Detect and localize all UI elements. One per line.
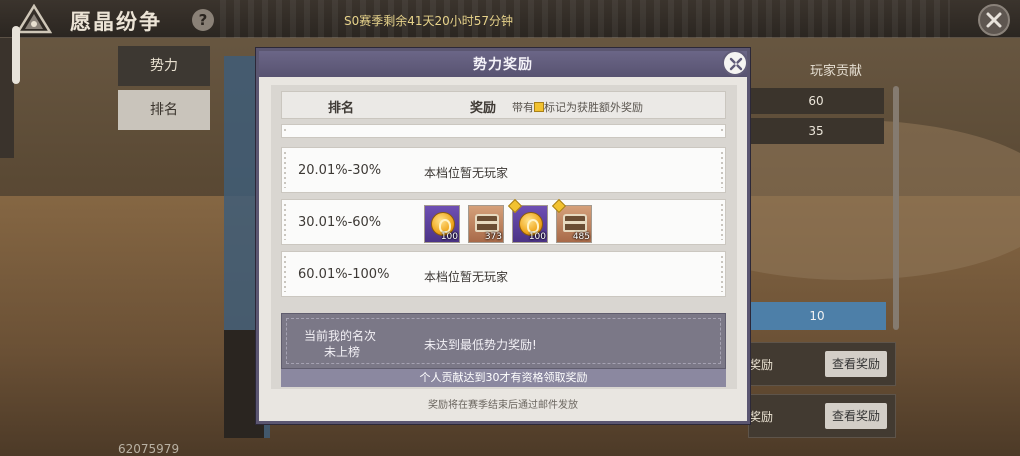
top-bar-pattern (220, 0, 950, 38)
reward-row: 奖励 查看奖励 (748, 394, 896, 438)
reward-requirement: 个人贡献达到30才有资格领取奖励 (281, 369, 726, 387)
reward-table-header: 排名 奖励 带有 标记为获胜额外奖励 (281, 91, 726, 119)
left-scroll-handle[interactable] (12, 26, 20, 84)
reward-row-label: 奖励 (749, 358, 774, 372)
close-page-button[interactable] (978, 4, 1010, 36)
reward-item-bonus[interactable]: 485 (551, 198, 592, 243)
rank-range: 60.01%-100% (298, 267, 390, 282)
view-reward-button[interactable]: 查看奖励 (825, 403, 887, 429)
my-rank-label: 当前我的名次 (304, 329, 377, 343)
reward-table: 排名 奖励 带有 标记为获胜额外奖励 20.01%-30% 本档位暂无玩家 30.… (271, 85, 737, 389)
my-rank-panel: 当前我的名次 未上榜 未达到最低势力奖励! (281, 313, 726, 369)
reward-column-header: 奖励 (470, 101, 497, 116)
rank-column-header: 排名 (328, 101, 355, 116)
reward-item[interactable]: 373 (468, 205, 504, 243)
item-quantity: 485 (572, 232, 590, 242)
empty-tier-text: 本档位暂无玩家 (424, 166, 509, 180)
reward-row: 奖励 查看奖励 (748, 342, 896, 386)
treasure-chest-icon (563, 214, 587, 232)
page-title: 愿晶纷争 (70, 10, 162, 34)
contribution-row: 35 (748, 118, 884, 144)
reward-row-label: 奖励 (749, 410, 774, 424)
item-quantity: 100 (440, 232, 458, 242)
my-rank-value: 未上榜 (324, 345, 361, 359)
side-tabs: 势力 排名 (118, 46, 210, 134)
bonus-mark-icon (534, 102, 544, 112)
mail-delivery-note: 奖励将在赛季结束后通过邮件发放 (428, 400, 578, 411)
view-reward-button[interactable]: 查看奖励 (825, 351, 887, 377)
empty-tier-text: 本档位暂无玩家 (424, 270, 509, 284)
table-row-partial (281, 124, 726, 138)
bonus-note-suffix: 标记为获胜额外奖励 (544, 101, 643, 114)
help-button[interactable]: ? (192, 9, 214, 31)
contribution-column-header: 玩家贡献 (810, 64, 863, 79)
season-timer: S0赛季剩余41天20小时57分钟 (344, 14, 514, 28)
table-row: 60.01%-100% 本档位暂无玩家 (281, 251, 726, 297)
close-icon (986, 12, 1002, 28)
bonus-mark-icon (551, 198, 567, 214)
rank-range: 20.01%-30% (298, 163, 382, 178)
reward-item[interactable]: 100 (424, 205, 460, 243)
tab-ranking[interactable]: 排名 (118, 90, 210, 130)
close-icon (729, 57, 743, 71)
tab-faction[interactable]: 势力 (118, 46, 210, 86)
my-reward-status: 未达到最低势力奖励! (424, 338, 537, 352)
rank-range: 30.01%-60% (298, 215, 382, 230)
treasure-chest-icon (475, 214, 499, 232)
faction-reward-dialog: 势力奖励 排名 奖励 带有 标记为获胜额外奖励 20.01%-30% 本档位暂无玩… (256, 48, 750, 424)
dialog-close-button[interactable] (722, 50, 748, 76)
bonus-mark-icon (507, 198, 523, 214)
player-id: 62075979 (118, 442, 180, 456)
dialog-title: 势力奖励 (473, 57, 533, 73)
reward-item-bonus[interactable]: 100 (507, 198, 548, 243)
bonus-note: 带有 标记为获胜额外奖励 (512, 99, 643, 115)
item-quantity: 100 (528, 232, 546, 242)
bonus-note-prefix: 带有 (512, 101, 534, 114)
game-logo-icon (16, 4, 52, 34)
top-bar: 愿晶纷争 ? S0赛季剩余41天20小时57分钟 (0, 0, 1020, 38)
my-contribution-row: 10 (748, 302, 886, 330)
list-scrollbar[interactable] (893, 86, 899, 330)
contribution-row: 60 (748, 88, 884, 114)
item-quantity: 373 (484, 232, 502, 242)
dialog-title-bar: 势力奖励 (259, 51, 747, 77)
table-row: 20.01%-30% 本档位暂无玩家 (281, 147, 726, 193)
table-row: 30.01%-60% 100 373 100 485 (281, 198, 726, 245)
